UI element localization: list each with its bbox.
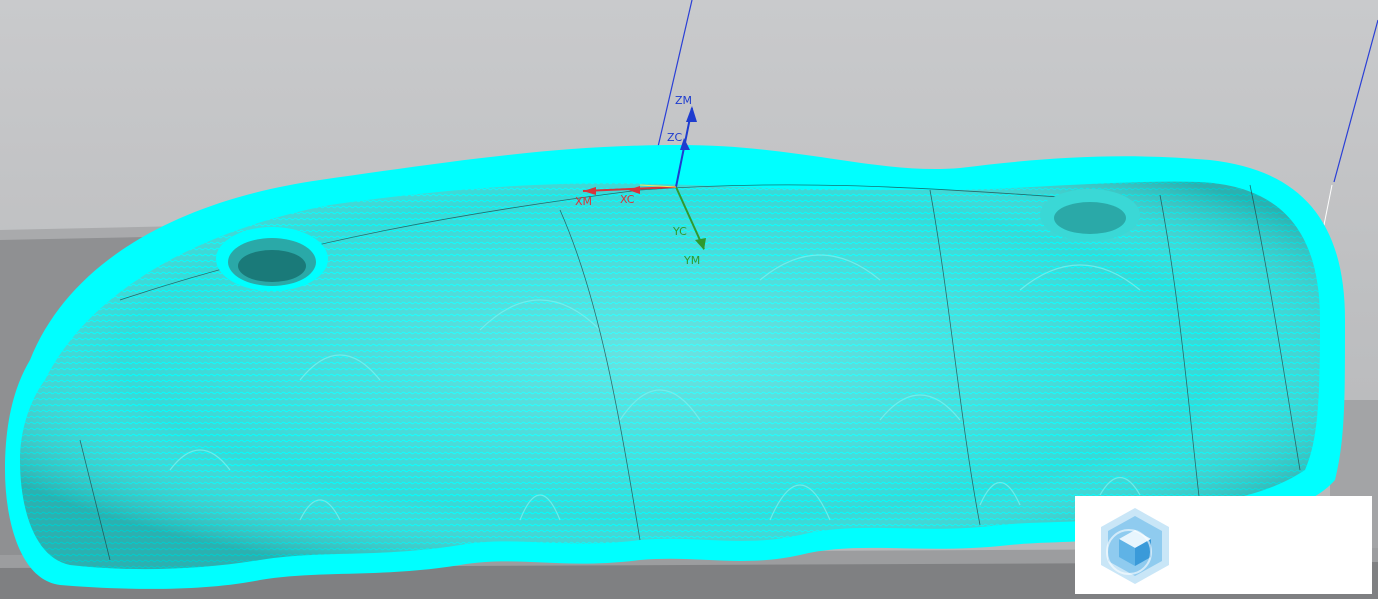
graphics-viewport[interactable]: ZM ZC XM XC YC YM xyxy=(0,0,1378,599)
watermark-panel xyxy=(1075,496,1372,594)
yc-label: YC xyxy=(672,225,687,238)
surface-hole-right xyxy=(1040,189,1140,241)
cube-logo-icon xyxy=(1101,508,1169,584)
zm-label: ZM xyxy=(675,94,692,107)
surface-hole-left xyxy=(216,227,328,291)
xm-label: XM xyxy=(575,195,592,208)
xc-label: XC xyxy=(620,193,635,206)
ym-label: YM xyxy=(683,254,700,267)
zc-label: ZC xyxy=(667,131,683,144)
